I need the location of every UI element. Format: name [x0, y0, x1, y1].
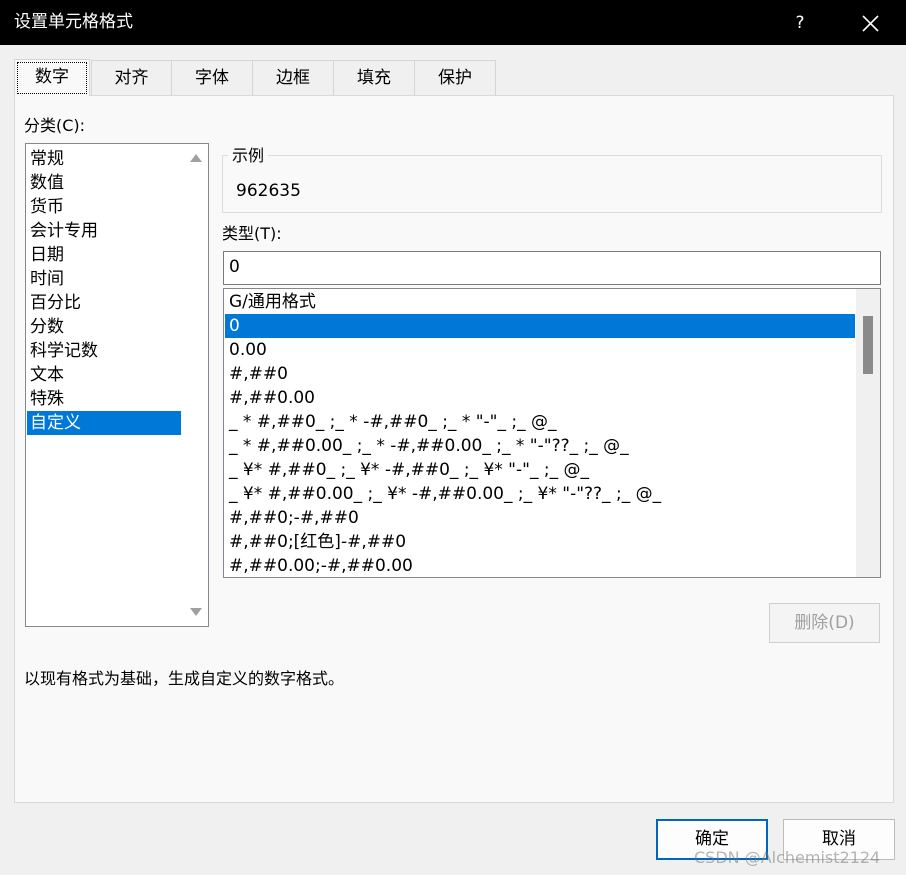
tab-number[interactable]: 数字 [14, 59, 90, 96]
format-item[interactable]: #,##0;[红色]-#,##0 [225, 530, 855, 554]
format-item-selected[interactable]: 0 [225, 314, 855, 338]
category-item[interactable]: 特殊 [27, 387, 181, 411]
category-list[interactable]: 常规 数值 货币 会计专用 日期 时间 百分比 分数 科学记数 文本 特殊 自定… [25, 143, 209, 627]
tab-alignment[interactable]: 对齐 [91, 60, 172, 95]
close-icon [862, 15, 879, 32]
category-item[interactable]: 科学记数 [27, 339, 181, 363]
dialog-title: 设置单元格格式 [14, 12, 133, 32]
help-button[interactable]: ? [780, 8, 820, 38]
category-label: 分类(C): [24, 116, 86, 135]
sample-group [222, 155, 882, 213]
category-item[interactable]: 会计专用 [27, 219, 181, 243]
format-item[interactable]: _ ¥* #,##0_ ;_ ¥* -#,##0_ ;_ ¥* "-"_ ;_ … [225, 458, 855, 482]
scroll-up-icon[interactable] [190, 154, 202, 162]
tab-focus-rect [17, 62, 87, 94]
type-input[interactable]: 0 [223, 251, 881, 285]
sample-title: 示例 [228, 145, 269, 167]
delete-button[interactable]: 删除(D) [769, 603, 880, 643]
format-scrollbar[interactable] [856, 289, 880, 577]
format-cells-dialog: 设置单元格格式 ? 数字 对齐 字体 边框 填充 保护 分类(C): 常规 数值… [0, 0, 906, 875]
category-item-selected[interactable]: 自定义 [27, 411, 181, 435]
category-item[interactable]: 数值 [27, 171, 181, 195]
tab-label: 对齐 [114, 68, 149, 88]
format-item[interactable]: #,##0;-#,##0 [225, 506, 855, 530]
format-item[interactable]: G/通用格式 [225, 290, 855, 314]
tab-protection[interactable]: 保护 [414, 60, 496, 95]
format-item[interactable]: _ * #,##0_ ;_ * -#,##0_ ;_ * "-"_ ;_ @_ [225, 410, 855, 434]
tab-fill[interactable]: 填充 [333, 60, 415, 95]
tab-strip: 数字 对齐 字体 边框 填充 保护 [14, 59, 894, 96]
category-item[interactable]: 常规 [27, 147, 181, 171]
tab-label: 字体 [195, 68, 229, 88]
category-item[interactable]: 分数 [27, 315, 181, 339]
tab-font[interactable]: 字体 [171, 60, 253, 95]
format-item[interactable]: _ ¥* #,##0.00_ ;_ ¥* -#,##0.00_ ;_ ¥* "-… [225, 482, 855, 506]
tab-border[interactable]: 边框 [252, 60, 334, 95]
category-scrollbar[interactable] [184, 144, 208, 626]
tab-label: 保护 [438, 68, 472, 88]
format-item[interactable]: #,##0.00 [225, 386, 855, 410]
format-item[interactable]: #,##0.00;-#,##0.00 [225, 554, 855, 577]
tab-label: 填充 [357, 68, 391, 88]
close-button[interactable] [850, 8, 890, 38]
title-bar: 设置单元格格式 ? [0, 0, 906, 45]
category-item[interactable]: 时间 [27, 267, 181, 291]
format-list[interactable]: G/通用格式 0 0.00 #,##0 #,##0.00 _ * #,##0_ … [223, 288, 881, 578]
format-item[interactable]: #,##0 [225, 362, 855, 386]
scroll-thumb[interactable] [863, 316, 873, 374]
category-item[interactable]: 货币 [27, 195, 181, 219]
category-item[interactable]: 文本 [27, 363, 181, 387]
category-item[interactable]: 百分比 [27, 291, 181, 315]
category-item[interactable]: 日期 [27, 243, 181, 267]
tab-label: 边框 [276, 68, 310, 88]
description-text: 以现有格式为基础，生成自定义的数字格式。 [24, 669, 345, 688]
type-label: 类型(T): [222, 224, 282, 243]
format-item[interactable]: _ * #,##0.00_ ;_ * -#,##0.00_ ;_ * "-"??… [225, 434, 855, 458]
watermark: CSDN @Alchemist2124 [694, 848, 881, 867]
format-item[interactable]: 0.00 [225, 338, 855, 362]
scroll-down-icon[interactable] [190, 608, 202, 616]
sample-value: 962635 [236, 181, 301, 201]
